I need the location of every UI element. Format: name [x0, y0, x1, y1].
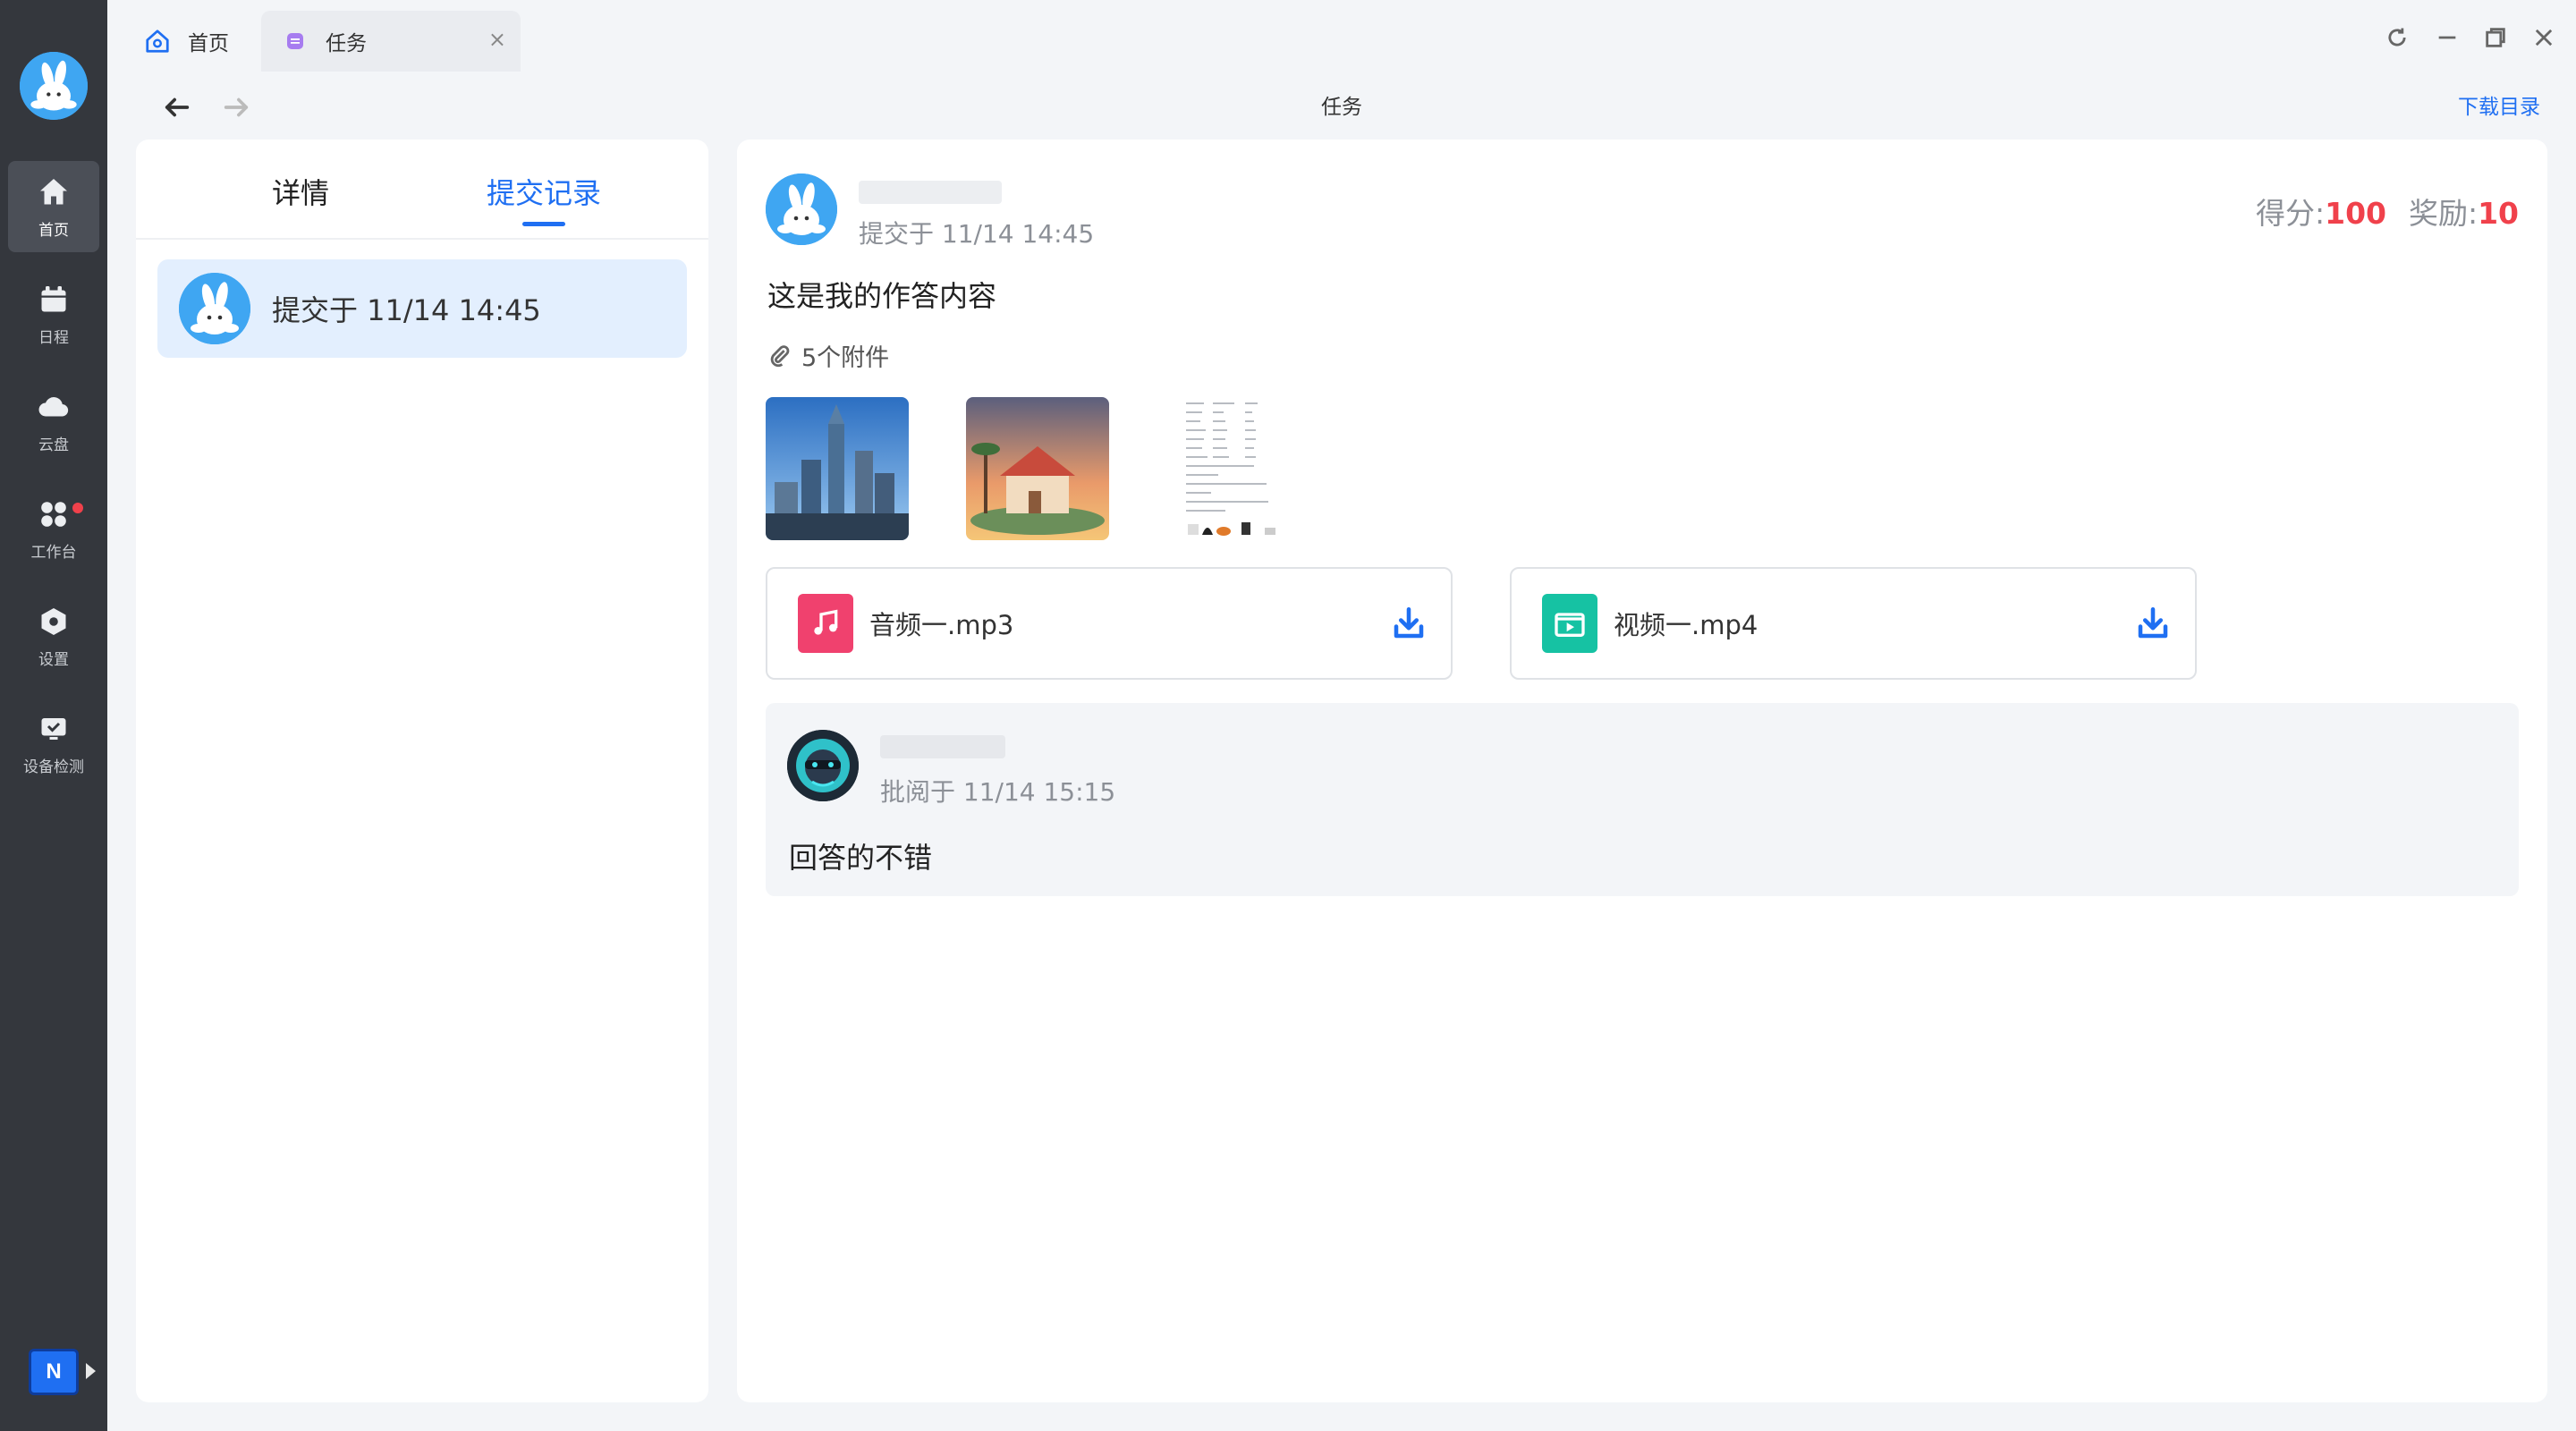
image-thumbnail-city[interactable]: [766, 397, 909, 540]
review-comment: 回答的不错: [789, 841, 933, 875]
sidebar-item-label: 设备检测: [23, 758, 84, 776]
reviewer-name-redacted: [880, 735, 1005, 758]
tab-submission-records[interactable]: 提交记录: [487, 166, 601, 220]
review-time: 批阅于 11/14 15:15: [880, 777, 1116, 807]
close-window-icon[interactable]: [2528, 21, 2560, 54]
sidebar-item-workbench[interactable]: 工作台: [8, 483, 99, 574]
task-tab-icon: [281, 27, 309, 55]
reward: 奖励:10: [2409, 190, 2519, 233]
sidebar-item-schedule[interactable]: 日程: [8, 268, 99, 360]
video-file-icon: [1542, 594, 1597, 653]
sidebar-item-home[interactable]: 首页: [8, 161, 99, 252]
sidebar-item-device-check[interactable]: 设备检测: [8, 698, 99, 789]
video-file-card[interactable]: 视频一.mp4: [1510, 567, 2197, 680]
back-arrow-icon[interactable]: [159, 89, 195, 125]
tab-task[interactable]: 任务 ×: [261, 11, 521, 72]
sidebar-item-label: 日程: [38, 328, 69, 347]
calendar-icon: [36, 282, 72, 318]
expand-arrow-icon[interactable]: [86, 1363, 96, 1379]
file-name: 视频一.mp4: [1614, 610, 1758, 640]
tab-bar: 首页 任务 ×: [107, 0, 2576, 75]
review-box: 批阅于 11/14 15:15 回答的不错: [766, 703, 2519, 896]
divider: [136, 238, 708, 240]
cloud-icon: [36, 389, 72, 425]
submitter-avatar: [766, 174, 837, 245]
reviewer-avatar: [787, 730, 859, 801]
tab-detail[interactable]: 详情: [272, 166, 329, 220]
answer-text: 这是我的作答内容: [767, 279, 997, 313]
home-icon: [36, 174, 72, 210]
home-tab-icon: [143, 27, 172, 55]
download-icon[interactable]: [1390, 605, 1428, 642]
attachments-header: 5个附件: [767, 338, 889, 373]
file-name: 音频一.mp3: [869, 610, 1014, 640]
apps-icon: [36, 496, 72, 532]
left-panel: 详情 提交记录 提交于 11/14 14:45: [136, 140, 708, 1402]
submission-record-item[interactable]: 提交于 11/14 14:45: [157, 259, 687, 358]
reward-value: 10: [2478, 196, 2519, 231]
forward-arrow-icon[interactable]: [218, 89, 254, 125]
record-time: 提交于 11/14 14:45: [272, 293, 541, 327]
tab-home[interactable]: 首页: [143, 11, 277, 72]
settings-hexagon-icon: [36, 604, 72, 639]
score-value: 100: [2325, 196, 2386, 231]
sidebar: 首页 日程 云盘 工作台 设置 设备检测 N: [0, 0, 107, 1431]
page-title: 任务: [1321, 96, 1362, 119]
sidebar-item-label: 云盘: [38, 436, 69, 454]
app-logo-avatar[interactable]: [20, 52, 88, 120]
avatar: [179, 273, 250, 344]
sidebar-item-cloud[interactable]: 云盘: [8, 376, 99, 467]
image-thumbnail-house[interactable]: [966, 397, 1109, 540]
tab-label: 首页: [188, 32, 229, 55]
n-app-badge[interactable]: N: [29, 1349, 79, 1395]
tab-label: 任务: [326, 32, 367, 55]
restore-icon[interactable]: [2479, 21, 2512, 54]
notification-dot: [72, 503, 83, 513]
sidebar-item-label: 首页: [38, 221, 69, 240]
image-thumbnail-document[interactable]: [1166, 397, 1309, 540]
sidebar-item-label: 工作台: [30, 543, 77, 562]
device-check-icon: [36, 711, 72, 747]
refresh-icon[interactable]: [2381, 21, 2413, 54]
minimize-icon[interactable]: [2431, 21, 2463, 54]
score: 得分:100: [2256, 190, 2386, 233]
sidebar-item-label: 设置: [38, 650, 69, 669]
submitter-name-redacted: [859, 181, 1002, 204]
score-label: 得分:: [2255, 196, 2326, 231]
download-icon[interactable]: [2134, 605, 2172, 642]
paperclip-icon: [770, 344, 790, 367]
attachments-count: 5个附件: [801, 344, 890, 372]
reward-label: 奖励:: [2408, 196, 2479, 231]
submission-time: 提交于 11/14 14:45: [859, 219, 1095, 249]
audio-file-card[interactable]: 音频一.mp3: [766, 567, 1453, 680]
audio-file-icon: [798, 594, 853, 653]
submission-detail-panel: 提交于 11/14 14:45 得分:100 奖励:10 这是我的作答内容 5个…: [737, 140, 2547, 1402]
active-tab-indicator: [522, 222, 565, 226]
sidebar-item-settings[interactable]: 设置: [8, 590, 99, 682]
close-tab-icon[interactable]: ×: [488, 27, 506, 52]
download-directory-link[interactable]: 下载目录: [2458, 89, 2540, 125]
